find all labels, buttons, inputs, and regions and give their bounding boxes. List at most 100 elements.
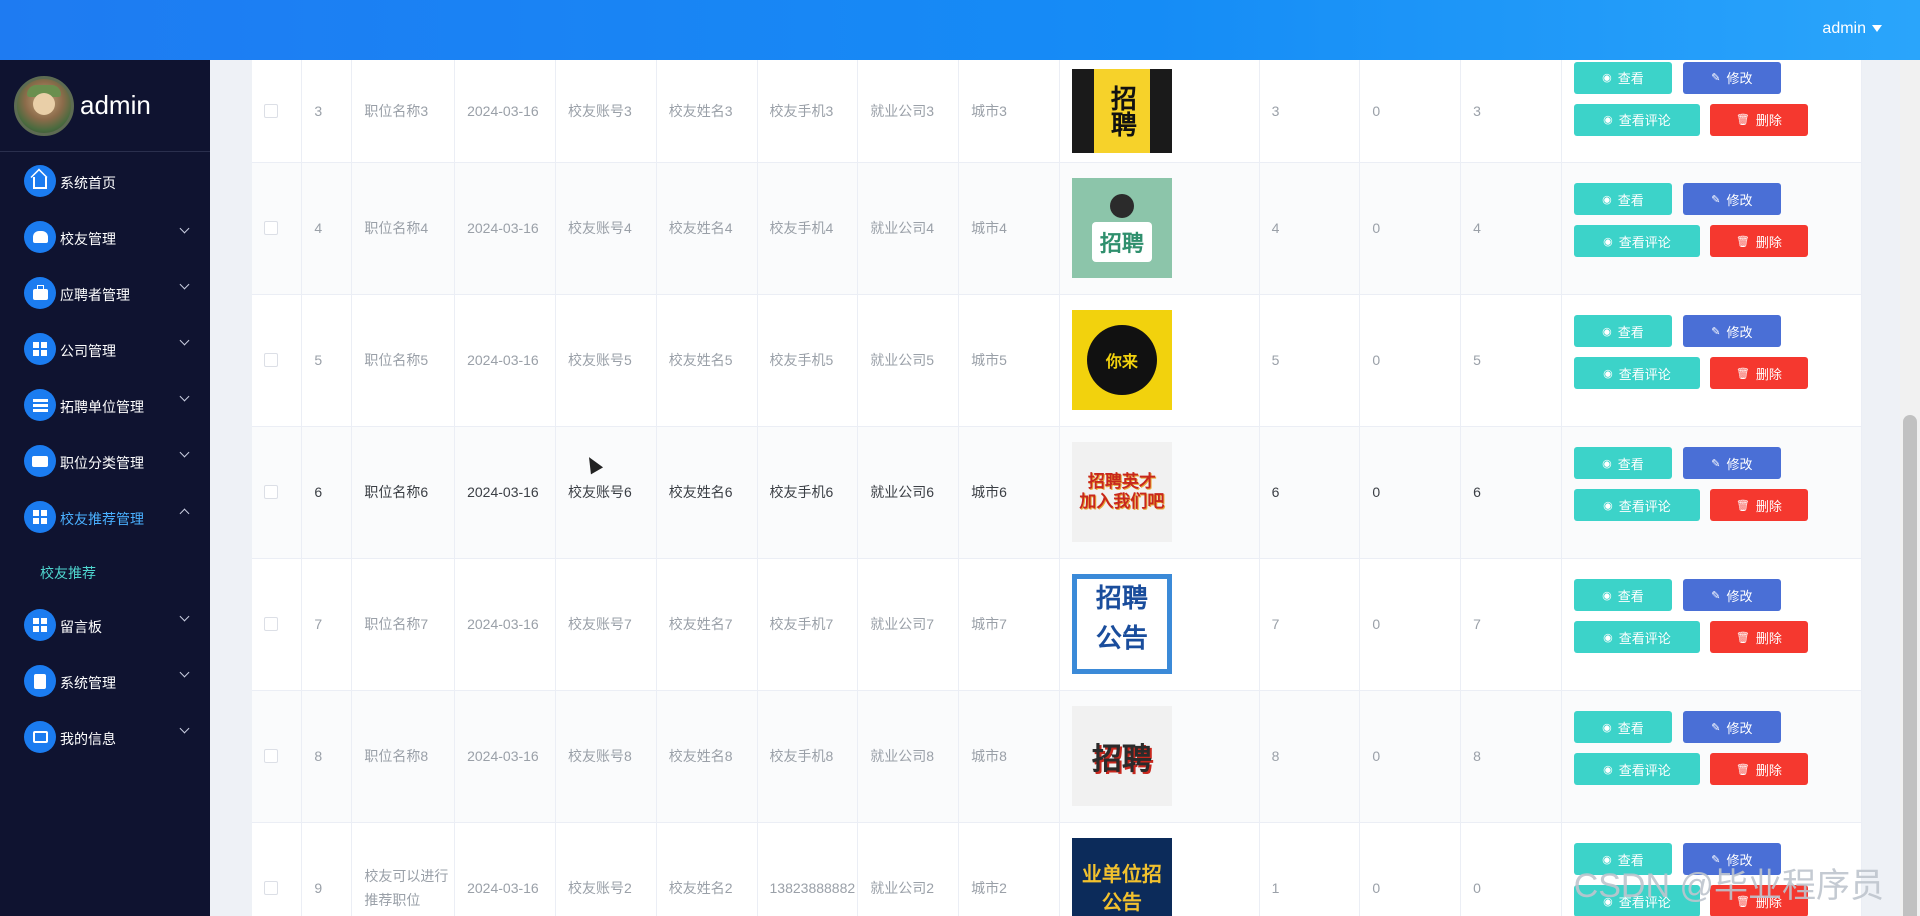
count-b: 0	[1359, 162, 1462, 295]
employer-company: 就业公司6	[857, 426, 960, 559]
row-checkbox-cell[interactable]	[252, 426, 303, 559]
sidebar-item-employers[interactable]: 拓聘单位管理	[0, 376, 210, 432]
alumni-phone: 校友手机5	[757, 294, 859, 427]
sidebar-item-system[interactable]: 系统管理	[0, 652, 210, 708]
delete-button[interactable]: 🗑 删除	[1709, 103, 1808, 136]
alumni-phone: 校友手机3	[757, 60, 859, 163]
view-comments-label: 查看评论	[1618, 498, 1671, 514]
row-checkbox-cell[interactable]	[252, 294, 303, 427]
sidebar-item-label: 系统首页	[60, 175, 116, 191]
chevron-down-icon	[179, 223, 190, 234]
view-button[interactable]: ◉ 查看	[1573, 711, 1672, 743]
city: 城市2	[958, 822, 1060, 916]
sidebar-item-message-board[interactable]: 留言板	[0, 596, 210, 652]
chevron-up-icon	[179, 508, 190, 519]
row-index: 9	[301, 822, 353, 916]
delete-button-label: 删除	[1755, 234, 1782, 250]
alumni-phone: 校友手机8	[757, 690, 859, 823]
user-menu[interactable]: admin	[1822, 20, 1882, 38]
poster-text: 你来	[1086, 325, 1157, 395]
count-a: 7	[1259, 558, 1361, 691]
alumni-account: 校友账号5	[555, 294, 657, 427]
caret-down-icon[interactable]	[1872, 25, 1882, 33]
row-checkbox-cell[interactable]	[252, 822, 303, 916]
image-cell: 招聘	[1059, 60, 1260, 163]
edit-button[interactable]: ✎ 修改	[1682, 579, 1781, 611]
row-checkbox-cell[interactable]	[252, 558, 303, 691]
row-checkbox[interactable]	[264, 881, 278, 895]
view-comments-button[interactable]: ◉ 查看评论	[1573, 753, 1700, 785]
view-button-label: 查看	[1617, 324, 1644, 340]
row-checkbox[interactable]	[264, 353, 278, 367]
edit-button[interactable]: ✎ 修改	[1682, 447, 1781, 479]
sidebar-item-job-categories[interactable]: 职位分类管理	[0, 432, 210, 488]
count-a: 8	[1259, 690, 1361, 823]
eye-icon: ◉	[1602, 72, 1612, 85]
eye-icon: ◉	[1603, 367, 1613, 380]
delete-button[interactable]: 🗑 删除	[1709, 357, 1808, 389]
sidebar-subitem-recommend[interactable]: 校友推荐	[0, 544, 210, 596]
row-checkbox-cell[interactable]	[252, 162, 303, 295]
user-menu-label[interactable]: admin	[1822, 20, 1866, 37]
sidebar-item-alumni[interactable]: 校友管理	[0, 208, 210, 264]
vertical-scrollbar[interactable]	[1900, 60, 1920, 916]
table-row: 5 职位名称5 2024-03-16 校友账号5 校友姓名5 校友手机5 就业公…	[252, 294, 1863, 427]
edit-button[interactable]: ✎ 修改	[1682, 711, 1781, 743]
sidebar-subitem-label[interactable]: 校友推荐	[40, 563, 96, 583]
view-comments-button[interactable]: ◉ 查看评论	[1573, 225, 1700, 257]
alumni-account: 校友账号2	[555, 822, 657, 916]
trash-icon: 🗑	[1735, 235, 1750, 248]
row-checkbox[interactable]	[264, 485, 278, 499]
view-button[interactable]: ◉ 查看	[1573, 183, 1672, 215]
view-comments-button[interactable]: ◉ 查看评论	[1573, 621, 1700, 653]
edit-button[interactable]: ✎ 修改	[1682, 315, 1781, 347]
position-name: 职位名称4	[351, 162, 456, 295]
row-checkbox-cell[interactable]	[252, 690, 303, 823]
view-button-label: 查看	[1617, 720, 1644, 736]
count-a: 6	[1259, 426, 1361, 559]
table-row: 4 职位名称4 2024-03-16 校友账号4 校友姓名4 校友手机4 就业公…	[252, 162, 1863, 295]
view-comments-button[interactable]: ◉ 查看评论	[1573, 103, 1700, 136]
delete-button[interactable]: 🗑 删除	[1709, 489, 1808, 521]
view-button[interactable]: ◉ 查看	[1573, 315, 1672, 347]
clipboard-icon	[24, 665, 56, 697]
view-button[interactable]: ◉ 查看	[1573, 579, 1672, 611]
alumni-name: 校友姓名6	[656, 426, 758, 559]
delete-button-label: 删除	[1755, 762, 1782, 778]
sidebar-item-companies[interactable]: 公司管理	[0, 320, 210, 376]
view-button-label: 查看	[1617, 192, 1644, 208]
delete-button[interactable]: 🗑 删除	[1709, 225, 1808, 257]
edit-button[interactable]: ✎ 修改	[1682, 61, 1781, 94]
grid-icon	[24, 609, 56, 641]
list-icon	[24, 389, 56, 421]
delete-button-label: 删除	[1755, 498, 1782, 514]
sidebar-menu: 系统首页 校友管理 应聘者管理 公司管理 拓聘单位管理 职位分类管理 校友推荐管…	[0, 152, 210, 764]
chevron-down-icon	[179, 335, 190, 346]
delete-button[interactable]: 🗑 删除	[1709, 753, 1808, 785]
city: 城市5	[958, 294, 1060, 427]
sidebar-item-recommendations[interactable]: 校友推荐管理	[0, 488, 210, 544]
view-comments-button[interactable]: ◉ 查看评论	[1573, 489, 1700, 521]
row-checkbox[interactable]	[264, 749, 278, 763]
sidebar-username: admin	[80, 90, 151, 120]
row-checkbox-cell[interactable]	[252, 60, 303, 163]
trash-icon: 🗑	[1735, 499, 1750, 512]
row-checkbox[interactable]	[264, 617, 278, 631]
row-actions: ◉ 查看 ✎ 修改 ◉ 查看评论 🗑 删除	[1561, 690, 1863, 823]
view-button-label: 查看	[1617, 588, 1644, 604]
view-button[interactable]: ◉ 查看	[1573, 61, 1672, 94]
poster-text: 招聘	[1091, 742, 1152, 777]
scrollbar-thumb[interactable]	[1903, 415, 1917, 916]
sidebar-item-applicants[interactable]: 应聘者管理	[0, 264, 210, 320]
edit-button[interactable]: ✎ 修改	[1682, 183, 1781, 215]
row-checkbox[interactable]	[264, 103, 278, 118]
view-comments-button[interactable]: ◉ 查看评论	[1573, 357, 1700, 389]
recruit-poster-image: 招聘	[1071, 706, 1172, 806]
delete-button[interactable]: 🗑 删除	[1709, 621, 1808, 653]
sidebar-item-my-info[interactable]: 我的信息	[0, 708, 210, 764]
sidebar-item-home[interactable]: 系统首页	[0, 152, 210, 208]
view-button[interactable]: ◉ 查看	[1573, 447, 1672, 479]
recruit-poster-image: 招聘	[1071, 178, 1172, 278]
row-checkbox[interactable]	[264, 221, 278, 235]
employer-company: 就业公司5	[857, 294, 960, 427]
